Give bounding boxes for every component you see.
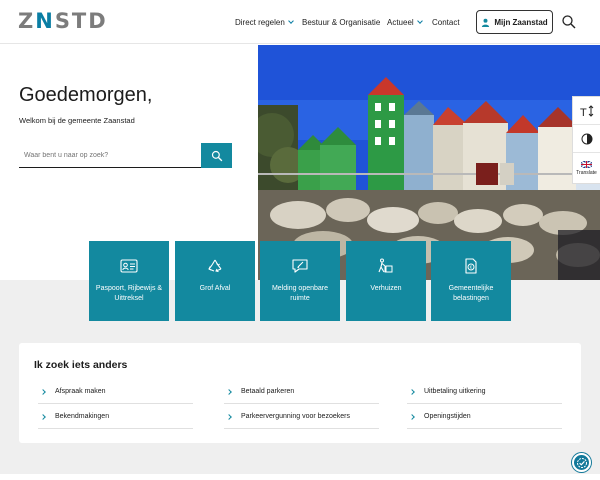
link-bekendmakingen[interactable]: Bekendmakingen bbox=[38, 405, 193, 429]
id-card-icon bbox=[120, 259, 138, 273]
moving-icon bbox=[378, 258, 393, 273]
recycle-icon bbox=[208, 259, 222, 273]
translate-label: Translate bbox=[576, 169, 597, 176]
tile-gemeentelijke-belastingen[interactable]: € Gemeentelijke belastingen bbox=[431, 241, 511, 321]
link-uitbetaling-uitkering[interactable]: Uitbetaling uitkering bbox=[407, 380, 562, 404]
tax-document-icon: € bbox=[465, 258, 477, 274]
tile-grof-afval[interactable]: Grof Afval bbox=[175, 241, 255, 321]
accessibility-help-button[interactable] bbox=[572, 453, 591, 472]
tile-label: Melding openbare ruimte bbox=[271, 285, 329, 302]
chevron-down-icon bbox=[416, 17, 423, 24]
tile-label: Grof Afval bbox=[199, 285, 231, 292]
chevron-down-icon bbox=[287, 17, 294, 24]
link-label: Parkeervergunning voor bezoekers bbox=[241, 413, 350, 420]
site-header: ZNSTD Direct regelen Bestuur & Organisat… bbox=[0, 0, 600, 44]
tile-label: Verhuizen bbox=[370, 285, 402, 292]
text-size-icon: T bbox=[580, 104, 593, 117]
chevron-right-icon bbox=[40, 413, 46, 420]
nav-label: Contact bbox=[432, 17, 460, 27]
link-openingstijden[interactable]: Openingstijden bbox=[407, 405, 562, 429]
other-links-card: Ik zoek iets anders Afspraak maken Betaa… bbox=[19, 343, 581, 443]
card-title: Ik zoek iets anders bbox=[34, 359, 128, 371]
nav-label: Bestuur & Organisatie bbox=[302, 17, 381, 27]
help-check-icon bbox=[576, 457, 587, 468]
link-parkeervergunning-bezoekers[interactable]: Parkeervergunning voor bezoekers bbox=[224, 405, 379, 429]
tile-paspoort[interactable]: Paspoort, Rijbewijs & Uittreksel bbox=[89, 241, 169, 321]
report-message-icon bbox=[292, 259, 308, 273]
chevron-right-icon bbox=[409, 388, 415, 395]
link-label: Openingstijden bbox=[424, 413, 471, 420]
contrast-icon bbox=[581, 133, 592, 144]
uk-flag-icon bbox=[581, 160, 592, 168]
welcome-text: Welkom bij de gemeente Zaanstad bbox=[19, 116, 135, 125]
nav-contact[interactable]: Contact bbox=[432, 0, 460, 44]
footer-strip bbox=[0, 474, 600, 480]
nav-label: Actueel bbox=[387, 17, 414, 27]
tile-verhuizen[interactable]: Verhuizen bbox=[346, 241, 426, 321]
chevron-right-icon bbox=[409, 413, 415, 420]
tile-melding-openbare-ruimte[interactable]: Melding openbare ruimte bbox=[260, 241, 340, 321]
link-label: Afspraak maken bbox=[55, 388, 106, 395]
user-icon bbox=[482, 18, 490, 27]
page-title: Goedemorgen, bbox=[19, 84, 153, 106]
tile-label: Paspoort, Rijbewijs & Uittreksel bbox=[95, 285, 163, 302]
nav-direct-regelen[interactable]: Direct regelen bbox=[235, 0, 294, 44]
contrast-button[interactable] bbox=[573, 125, 600, 153]
mijn-zaanstad-label: Mijn Zaanstad bbox=[494, 17, 548, 27]
chevron-right-icon bbox=[226, 388, 232, 395]
link-afspraak-maken[interactable]: Afspraak maken bbox=[38, 380, 193, 404]
search-icon[interactable] bbox=[561, 14, 577, 30]
tile-label: Gemeentelijke belastingen bbox=[448, 285, 494, 302]
mijn-zaanstad-button[interactable]: Mijn Zaanstad bbox=[476, 10, 553, 34]
link-label: Betaald parkeren bbox=[241, 388, 295, 395]
search-icon bbox=[211, 150, 222, 161]
logo-text: ZNSTD bbox=[18, 9, 108, 33]
translate-button[interactable]: Translate bbox=[573, 153, 600, 183]
chevron-right-icon bbox=[40, 388, 46, 395]
search-input[interactable] bbox=[19, 143, 201, 167]
nav-bestuur-organisatie[interactable]: Bestuur & Organisatie bbox=[302, 0, 380, 44]
link-betaald-parkeren[interactable]: Betaald parkeren bbox=[224, 380, 379, 404]
nav-label: Direct regelen bbox=[235, 17, 285, 27]
chevron-right-icon bbox=[226, 413, 232, 420]
nav-actueel[interactable]: Actueel bbox=[387, 0, 423, 44]
link-label: Bekendmakingen bbox=[55, 413, 110, 420]
svg-text:€: € bbox=[470, 265, 473, 270]
svg-text:T: T bbox=[580, 107, 587, 117]
accessibility-rail: T Translate bbox=[572, 96, 600, 184]
search-submit-button[interactable] bbox=[201, 143, 232, 168]
text-size-button[interactable]: T bbox=[573, 97, 600, 125]
link-label: Uitbetaling uitkering bbox=[424, 388, 486, 395]
site-search-field[interactable] bbox=[19, 143, 201, 168]
zaanstad-logo[interactable]: ZNSTD bbox=[18, 9, 108, 33]
